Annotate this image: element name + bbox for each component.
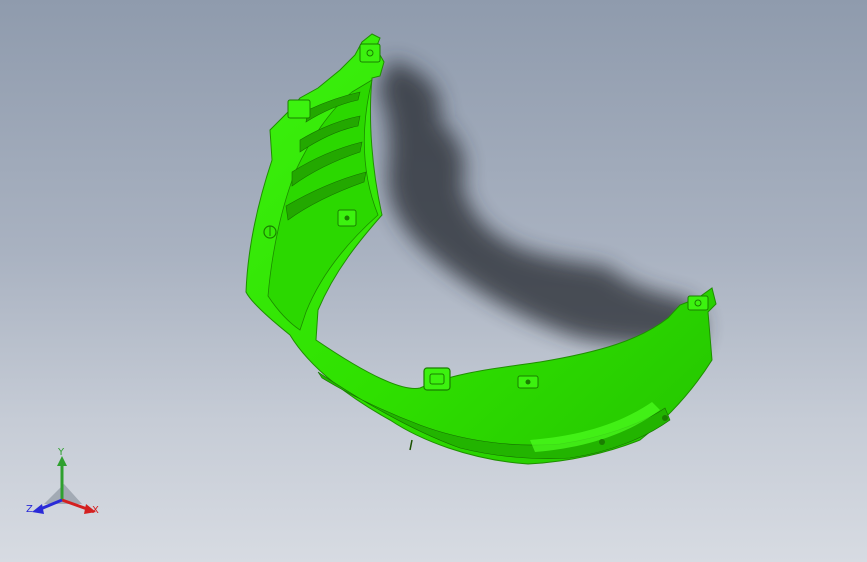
y-axis-label: Y — [58, 447, 65, 458]
fastener-hole-right — [662, 415, 668, 421]
mount-clip-center[interactable] — [423, 367, 451, 391]
triad-graphic — [32, 456, 96, 514]
x-axis-label: X — [92, 505, 99, 516]
mount-clip-upper-hole — [344, 215, 350, 221]
mount-tab-top[interactable] — [359, 43, 381, 63]
graphics-viewport[interactable]: Y X Z — [0, 0, 867, 562]
mount-tab-left[interactable] — [287, 99, 311, 119]
mount-tab-right[interactable] — [687, 295, 709, 311]
z-axis-arrow — [32, 504, 44, 514]
mount-clip-right-hole — [525, 379, 531, 385]
fastener-hole-lower-right — [599, 439, 605, 445]
model-view[interactable] — [0, 0, 867, 562]
locator-pin — [409, 439, 413, 451]
z-axis-label: Z — [26, 504, 33, 515]
orientation-triad[interactable]: Y X Z — [24, 448, 104, 528]
part-shadow — [378, 60, 704, 350]
